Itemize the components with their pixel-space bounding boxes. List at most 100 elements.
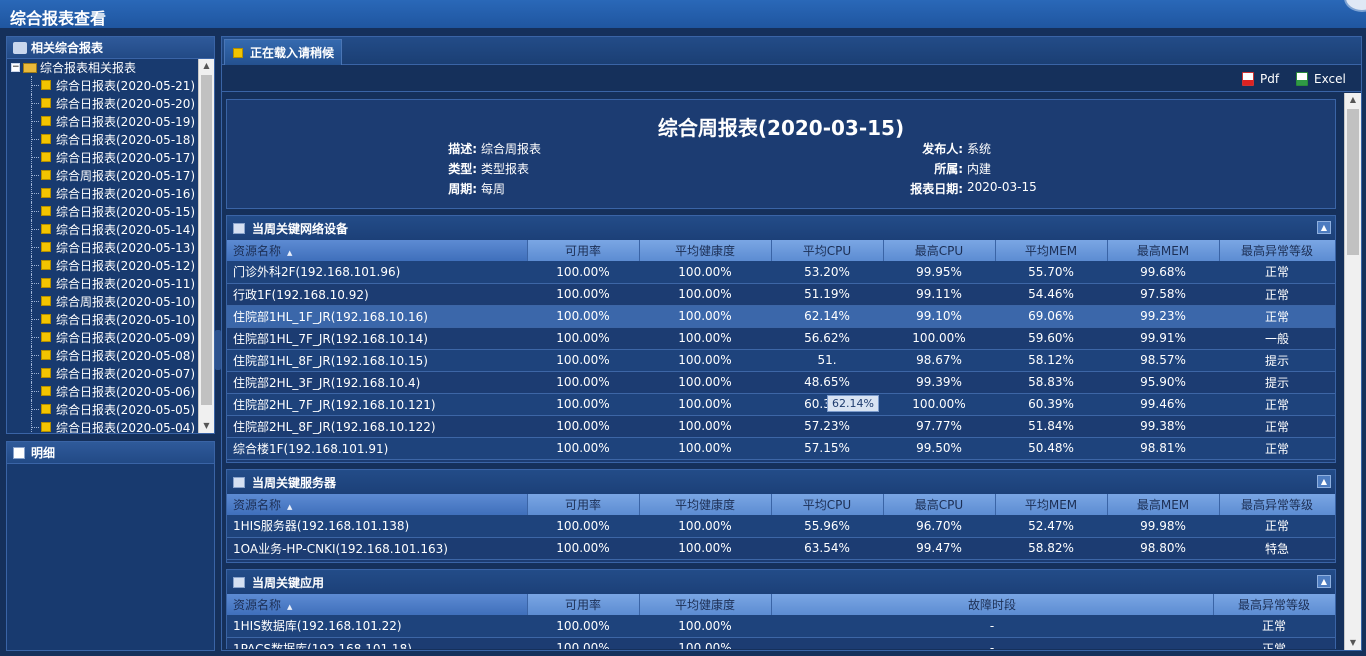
tree-scrollbar[interactable]: ▲ ▼ bbox=[198, 59, 214, 433]
table-row[interactable]: 住院部2HL_3F_JR(192.168.10.4) 100.00% 100.00%… bbox=[227, 371, 1335, 394]
scroll-down-icon[interactable]: ▼ bbox=[199, 419, 214, 433]
tree-item[interactable]: 综合日报表(2020-05-09) bbox=[7, 328, 198, 346]
tree-item[interactable]: 综合日报表(2020-05-12) bbox=[7, 256, 198, 274]
tree-item[interactable]: 综合日报表(2020-05-13) bbox=[7, 238, 198, 256]
tree-item[interactable]: 综合周报表(2020-05-17) bbox=[7, 166, 198, 184]
table-row[interactable]: 1OA业务-HP-CNKI(192.168.101.163) 100.00% 100… bbox=[227, 537, 1335, 560]
collapse-section-icon[interactable]: ▲ bbox=[1317, 221, 1331, 234]
tree-item-label: 综合日报表(2020-05-19) bbox=[56, 114, 196, 129]
table-row[interactable]: 行政1F(192.168.10.92) 100.00% 100.00% 51.19% 9… bbox=[227, 283, 1335, 306]
table-row[interactable]: 住院部1HL_1F_JR(192.168.10.16) 100.00% 100.00… bbox=[227, 305, 1335, 328]
column-header[interactable]: 平均健康度 bbox=[639, 240, 772, 261]
column-header[interactable]: 平均MEM bbox=[995, 494, 1108, 515]
column-header[interactable]: 故障时段 bbox=[771, 594, 1214, 615]
column-header[interactable]: 最高MEM bbox=[1107, 240, 1220, 261]
column-header[interactable]: 平均CPU bbox=[771, 240, 884, 261]
scroll-thumb[interactable] bbox=[201, 75, 212, 405]
column-header[interactable]: 平均MEM bbox=[995, 240, 1108, 261]
column-header[interactable]: 资源名称 ▲ bbox=[227, 240, 528, 261]
report-doc-icon bbox=[41, 350, 51, 360]
tree-item[interactable]: 综合日报表(2020-05-06) bbox=[7, 382, 198, 400]
column-header[interactable]: 资源名称 ▲ bbox=[227, 494, 528, 515]
tree-item[interactable]: 综合日报表(2020-05-21) bbox=[7, 76, 198, 94]
column-header[interactable]: 平均CPU bbox=[771, 494, 884, 515]
column-header[interactable]: 可用率 bbox=[527, 240, 640, 261]
report-content: 综合周报表(2020-03-15) 描述: 综合周报表 类型: 类型报表 周期: 每周… bbox=[226, 97, 1342, 649]
collapse-icon[interactable]: − bbox=[11, 63, 20, 72]
table-cell: 特急 bbox=[1219, 537, 1335, 560]
table-row[interactable]: 住院部1HL_7F_JR(192.168.10.14) 100.00% 100.00… bbox=[227, 327, 1335, 350]
tree-item[interactable]: 综合日报表(2020-05-04) bbox=[7, 418, 198, 433]
table-row[interactable]: 综合楼1F(192.168.101.91) 100.00% 100.00% 57.15… bbox=[227, 437, 1335, 460]
tree-item[interactable]: 综合日报表(2020-05-14) bbox=[7, 220, 198, 238]
column-header[interactable]: 资源名称 ▲ bbox=[227, 594, 528, 615]
meta-value: 2020-03-15 bbox=[967, 180, 1037, 194]
table-cell: 100.00% bbox=[639, 437, 771, 460]
table-row[interactable]: 1PACS数据库(192.168.101.18) 100.00% 100.00% - 正… bbox=[227, 637, 1335, 649]
table-row[interactable]: 住院部2HL_7F_JR(192.168.10.121) 100.00% 100.0… bbox=[227, 393, 1335, 416]
excel-button[interactable]: Excel bbox=[1296, 70, 1346, 88]
tree-item[interactable]: 综合日报表(2020-05-15) bbox=[7, 202, 198, 220]
column-header[interactable]: 最高异常等级 bbox=[1219, 240, 1336, 261]
pdf-button[interactable]: Pdf bbox=[1242, 70, 1279, 88]
meta-date: 报表日期: 2020-03-15 bbox=[903, 180, 1037, 197]
table-row[interactable]: 门诊外科2F(192.168.101.96) 100.00% 100.00% 53.2… bbox=[227, 261, 1335, 284]
table-cell: 综合楼1F(192.168.101.91) bbox=[227, 437, 527, 460]
column-header[interactable]: 平均健康度 bbox=[639, 594, 772, 615]
table-row[interactable]: 住院部1HL_8F_JR(192.168.10.15) 100.00% 100.00… bbox=[227, 349, 1335, 372]
scroll-up-icon[interactable]: ▲ bbox=[1345, 93, 1361, 107]
column-header[interactable]: 最高MEM bbox=[1107, 494, 1220, 515]
column-header[interactable]: 可用率 bbox=[527, 494, 640, 515]
table-cell: 100.00% bbox=[639, 349, 771, 372]
window-orb-button[interactable] bbox=[1344, 0, 1366, 12]
report-doc-icon bbox=[41, 332, 51, 342]
tree-root[interactable]: − 综合报表相关报表 bbox=[7, 59, 198, 76]
table-row[interactable]: 1HIS数据库(192.168.101.22) 100.00% 100.00% - 正常 bbox=[227, 615, 1335, 638]
window-title: 综合报表查看 bbox=[10, 9, 107, 28]
table-cell: 100.00% bbox=[527, 615, 639, 638]
tree-item[interactable]: 综合日报表(2020-05-10) bbox=[7, 310, 198, 328]
column-header[interactable]: 最高异常等级 bbox=[1213, 594, 1336, 615]
scroll-up-icon[interactable]: ▲ bbox=[199, 59, 214, 73]
tree-item[interactable]: 综合日报表(2020-05-20) bbox=[7, 94, 198, 112]
column-header[interactable]: 最高异常等级 bbox=[1219, 494, 1336, 515]
tree-item[interactable]: 综合日报表(2020-05-07) bbox=[7, 364, 198, 382]
table-icon bbox=[233, 576, 245, 588]
report-scrollbar[interactable]: ▲ ▼ bbox=[1344, 93, 1361, 650]
table-cell: 1OA业务-HP-CNKI(192.168.101.163) bbox=[227, 537, 527, 560]
collapse-section-icon[interactable]: ▲ bbox=[1317, 475, 1331, 488]
sort-asc-icon[interactable]: ▲ bbox=[287, 603, 292, 611]
tree-item[interactable]: 综合日报表(2020-05-17) bbox=[7, 148, 198, 166]
table-cell: 99.68% bbox=[1107, 261, 1219, 284]
tree-item[interactable]: 综合日报表(2020-05-16) bbox=[7, 184, 198, 202]
table-cell: 99.38% bbox=[1107, 415, 1219, 438]
table-cell: 57.15% bbox=[771, 437, 883, 460]
column-header[interactable]: 可用率 bbox=[527, 594, 640, 615]
tree-item-label: 综合日报表(2020-05-05) bbox=[56, 402, 196, 417]
scroll-thumb[interactable] bbox=[1347, 109, 1359, 255]
sort-asc-icon[interactable]: ▲ bbox=[287, 503, 292, 511]
sort-asc-icon[interactable]: ▲ bbox=[287, 249, 292, 257]
tree-item[interactable]: 综合周报表(2020-05-10) bbox=[7, 292, 198, 310]
column-header[interactable]: 平均健康度 bbox=[639, 494, 772, 515]
tab-loading[interactable]: 正在载入请稍候 bbox=[224, 39, 342, 65]
tree-item[interactable]: 综合日报表(2020-05-19) bbox=[7, 112, 198, 130]
related-reports-panel: 相关综合报表 − 综合报表相关报表 综合日报表(2020-05-21) 综合日报表… bbox=[6, 36, 215, 434]
column-header[interactable]: 最高CPU bbox=[883, 240, 996, 261]
table-cell: 99.91% bbox=[1107, 327, 1219, 350]
table-cell: 55.70% bbox=[995, 261, 1107, 284]
scroll-down-icon[interactable]: ▼ bbox=[1345, 636, 1361, 650]
tree-item[interactable]: 综合日报表(2020-05-11) bbox=[7, 274, 198, 292]
table-cell: 56.62% bbox=[771, 327, 883, 350]
collapse-section-icon[interactable]: ▲ bbox=[1317, 575, 1331, 588]
table-cell: 100.00% bbox=[639, 305, 771, 328]
table-row[interactable]: 1HIS服务器(192.168.101.138) 100.00% 100.00% 55… bbox=[227, 515, 1335, 538]
table-cell: 100.00% bbox=[639, 637, 771, 649]
tree-item-label: 综合日报表(2020-05-09) bbox=[56, 330, 196, 345]
column-header[interactable]: 最高CPU bbox=[883, 494, 996, 515]
tree-item[interactable]: 综合日报表(2020-05-08) bbox=[7, 346, 198, 364]
table-cell: 100.00% bbox=[639, 371, 771, 394]
tree-item[interactable]: 综合日报表(2020-05-05) bbox=[7, 400, 198, 418]
table-row[interactable]: 住院部2HL_8F_JR(192.168.10.122) 100.00% 100.0… bbox=[227, 415, 1335, 438]
tree-item[interactable]: 综合日报表(2020-05-18) bbox=[7, 130, 198, 148]
